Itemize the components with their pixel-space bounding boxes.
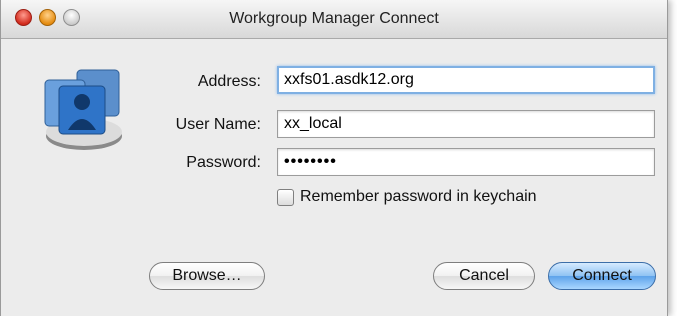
password-label: Password:: [186, 154, 261, 171]
remember-password-label: Remember password in keychain: [300, 188, 537, 205]
address-label: Address:: [197, 73, 261, 90]
window-title: Workgroup Manager Connect: [229, 10, 439, 27]
username-label: User Name:: [175, 116, 261, 133]
address-field[interactable]: xxfs01.asdk12.org: [277, 66, 655, 94]
password-field[interactable]: ••••••••: [277, 148, 655, 176]
title-bar: Workgroup Manager Connect: [1, 0, 667, 39]
remember-password-checkbox[interactable]: [277, 188, 294, 206]
connect-button[interactable]: Connect: [548, 262, 656, 290]
remember-password-row[interactable]: Remember password in keychain: [277, 187, 537, 207]
browse-button[interactable]: Browse…: [149, 262, 265, 290]
connect-window: Workgroup Manager Connect Address: xxfs0…: [0, 0, 668, 316]
username-field[interactable]: xx_local: [277, 110, 655, 138]
cancel-button[interactable]: Cancel: [433, 262, 535, 290]
